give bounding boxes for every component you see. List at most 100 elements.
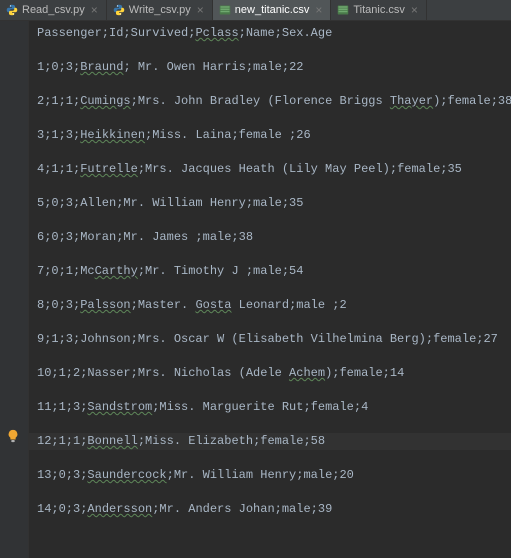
close-icon[interactable]: ×	[89, 4, 100, 16]
gutter-row	[0, 276, 28, 293]
misspelled-word: Saundercock	[87, 467, 166, 484]
gutter-row	[0, 429, 28, 446]
misspelled-word: Palsson	[80, 297, 130, 314]
tab-label: Read_csv.py	[22, 4, 85, 16]
code-line[interactable]	[37, 450, 511, 467]
text-segment: 11;1;3;	[37, 399, 87, 416]
text-segment: 8;0;3;	[37, 297, 80, 314]
tab-titanic-csv[interactable]: Titanic.csv ×	[331, 0, 427, 20]
code-line[interactable]	[37, 314, 511, 331]
close-icon[interactable]: ×	[409, 4, 420, 16]
misspelled-word: Cumings	[80, 93, 130, 110]
code-line[interactable]	[37, 178, 511, 195]
gutter-row	[0, 412, 28, 429]
text-segment: ;Miss. Laina;female ;26	[145, 127, 311, 144]
gutter-row	[0, 89, 28, 106]
text-segment: ;Mr. Anders Johan;male;39	[152, 501, 332, 518]
code-line[interactable]	[37, 246, 511, 263]
close-icon[interactable]: ×	[313, 4, 324, 16]
gutter-row	[0, 140, 28, 157]
tab-read-csv-py[interactable]: Read_csv.py ×	[0, 0, 107, 20]
misspelled-word: Bonnell	[87, 433, 137, 450]
gutter-row	[0, 480, 28, 497]
text-segment: 7;0;1;Mc	[37, 263, 95, 280]
code-area[interactable]: Passenger;Id;Survived;Pclass;Name;Sex.Ag…	[29, 21, 511, 558]
code-line[interactable]: 12;1;1;Bonnell;Miss. Elizabeth;female;58	[29, 433, 511, 450]
code-line[interactable]: 7;0;1;McCarthy;Mr. Timothy J ;male;54	[37, 263, 511, 280]
text-segment: ;Mrs. John Bradley (Florence Briggs	[131, 93, 390, 110]
gutter-row	[0, 72, 28, 89]
gutter-row	[0, 242, 28, 259]
gutter-row	[0, 361, 28, 378]
text-segment: 2;1;1;	[37, 93, 80, 110]
code-line[interactable]: 1;0;3;Braund; Mr. Owen Harris;male;22	[37, 59, 511, 76]
gutter-row	[0, 497, 28, 514]
misspelled-word: Gosta	[195, 297, 231, 314]
text-segment: 13;0;3;	[37, 467, 87, 484]
code-line[interactable]: 6;0;3;Moran;Mr. James ;male;38	[37, 229, 511, 246]
text-segment: 14;0;3;	[37, 501, 87, 518]
code-line[interactable]	[37, 348, 511, 365]
code-line[interactable]: 14;0;3;Andersson;Mr. Anders Johan;male;3…	[37, 501, 511, 518]
intention-bulb[interactable]	[6, 429, 20, 443]
gutter-row	[0, 463, 28, 480]
text-segment: 3;1;3;	[37, 127, 80, 144]
gutter-row	[0, 157, 28, 174]
text-segment: 10;1;2;Nasser;Mrs. Nicholas (Adele	[37, 365, 289, 382]
gutter-row	[0, 191, 28, 208]
tab-new-titanic-csv[interactable]: new_titanic.csv×	[213, 0, 332, 20]
text-segment: Passenger;Id;Survived;	[37, 25, 195, 42]
text-segment: );female;14	[325, 365, 404, 382]
code-line[interactable]: 3;1;3;Heikkinen;Miss. Laina;female ;26	[37, 127, 511, 144]
text-segment: ;Mr. William Henry;male;20	[167, 467, 354, 484]
tab-write-csv-py[interactable]: Write_csv.py ×	[107, 0, 213, 20]
text-segment: 1;0;3;	[37, 59, 80, 76]
misspelled-word: Heikkinen	[80, 127, 145, 144]
text-segment: 4;1;1;	[37, 161, 80, 178]
gutter-row	[0, 293, 28, 310]
code-line[interactable]: 5;0;3;Allen;Mr. William Henry;male;35	[37, 195, 511, 212]
gutter-row	[0, 344, 28, 361]
code-line[interactable]	[37, 212, 511, 229]
gutter	[0, 21, 29, 558]
code-line[interactable]	[37, 76, 511, 93]
code-line[interactable]: Passenger;Id;Survived;Pclass;Name;Sex.Ag…	[37, 25, 511, 42]
python-icon	[6, 4, 18, 16]
text-segment: ;Miss. Elizabeth;female;58	[138, 433, 325, 450]
close-icon[interactable]: ×	[195, 4, 206, 16]
code-line[interactable]	[37, 42, 511, 59]
misspelled-word: Thayer	[390, 93, 433, 110]
code-line[interactable]: 13;0;3;Saundercock;Mr. William Henry;mal…	[37, 467, 511, 484]
tab-label: Write_csv.py	[129, 4, 191, 16]
code-line[interactable]: 10;1;2;Nasser;Mrs. Nicholas (Adele Achem…	[37, 365, 511, 382]
editor: Passenger;Id;Survived;Pclass;Name;Sex.Ag…	[0, 21, 511, 558]
tab-label: Titanic.csv	[353, 4, 405, 16]
text-segment: ;Miss. Marguerite Rut;female;4	[152, 399, 368, 416]
code-line[interactable]	[37, 110, 511, 127]
text-segment: ;Name;Sex.Age	[239, 25, 333, 42]
code-line[interactable]	[37, 484, 511, 501]
python-icon	[113, 4, 125, 16]
code-line[interactable]	[37, 416, 511, 433]
tab-bar: Read_csv.py×Write_csv.py×new_titanic.csv…	[0, 0, 511, 21]
gutter-row	[0, 259, 28, 276]
code-line[interactable]: 4;1;1;Futrelle;Mrs. Jacques Heath (Lily …	[37, 161, 511, 178]
text-segment: Leonard;male ;2	[231, 297, 346, 314]
gutter-row	[0, 395, 28, 412]
misspelled-word: Pclass	[195, 25, 238, 42]
bulb-icon[interactable]	[6, 429, 20, 443]
gutter-row	[0, 225, 28, 242]
gutter-row	[0, 55, 28, 72]
code-line[interactable]	[37, 280, 511, 297]
gutter-row	[0, 174, 28, 191]
code-line[interactable]	[37, 144, 511, 161]
code-line[interactable]: 8;0;3;Palsson;Master. Gosta Leonard;male…	[37, 297, 511, 314]
gutter-row	[0, 208, 28, 225]
code-line[interactable]: 2;1;1;Cumings;Mrs. John Bradley (Florenc…	[37, 93, 511, 110]
misspelled-word: Andersson	[87, 501, 152, 518]
gutter-row	[0, 123, 28, 140]
code-line[interactable]: 9;1;3;Johnson;Mrs. Oscar W (Elisabeth Vi…	[37, 331, 511, 348]
code-line[interactable]: 11;1;3;Sandstrom;Miss. Marguerite Rut;fe…	[37, 399, 511, 416]
gutter-row	[0, 378, 28, 395]
code-line[interactable]	[37, 382, 511, 399]
